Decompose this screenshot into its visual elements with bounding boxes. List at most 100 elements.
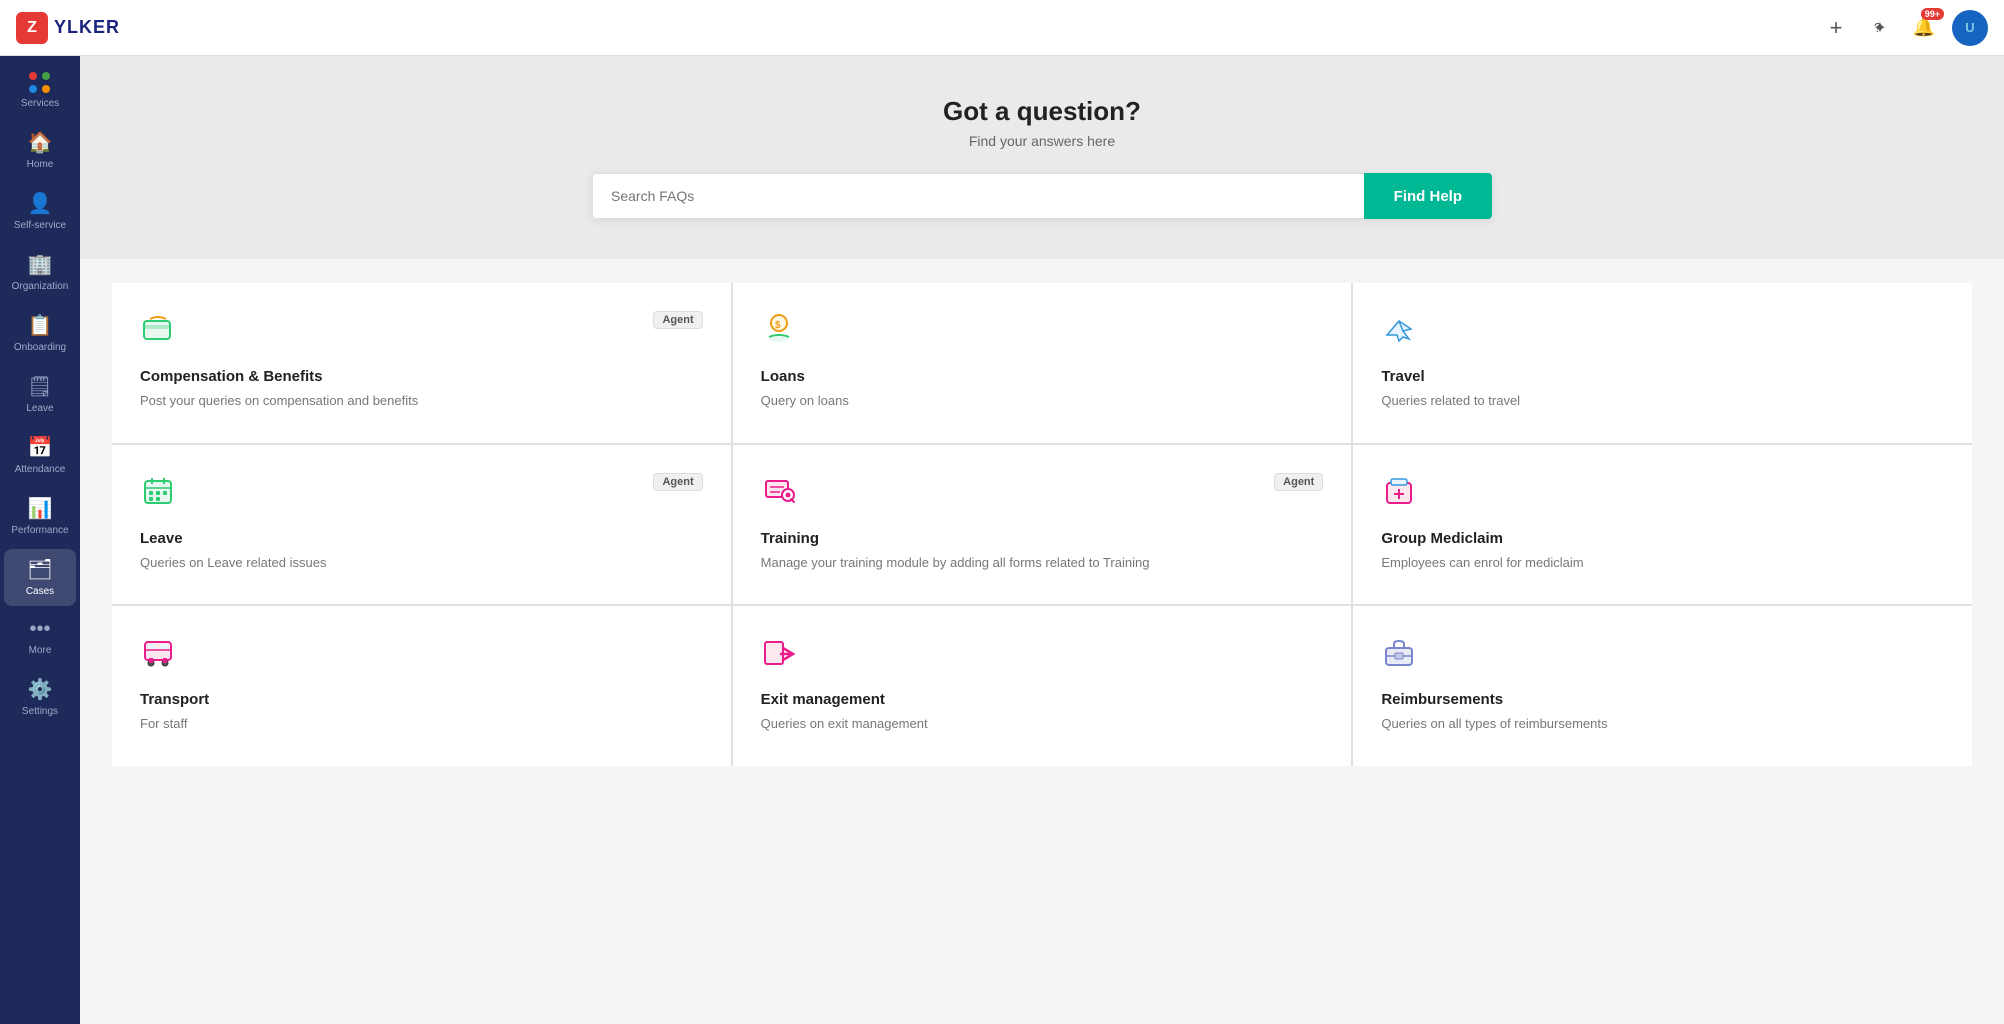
card-desc: Manage your training module by adding al… bbox=[761, 553, 1324, 573]
card-header: Agent bbox=[140, 311, 703, 354]
sidebar-item-leave[interactable]: 🗒 Leave bbox=[4, 366, 76, 423]
sidebar-item-label: Organization bbox=[12, 281, 69, 293]
sidebar-item-organization[interactable]: 🏢 Organization bbox=[4, 244, 76, 301]
card-desc: Queries on all types of reimbursements bbox=[1381, 714, 1944, 734]
sidebar: Services 🏠 Home 👤 Self-service 🏢 Organiz… bbox=[0, 56, 80, 1024]
card-desc: Queries on exit management bbox=[761, 714, 1324, 734]
card-title: Loans bbox=[761, 368, 1324, 385]
card-desc: For staff bbox=[140, 714, 703, 734]
card-desc: Query on loans bbox=[761, 391, 1324, 411]
sidebar-item-services[interactable]: Services bbox=[4, 64, 76, 118]
sidebar-item-label: More bbox=[29, 645, 52, 657]
services-icon bbox=[29, 72, 51, 94]
card-desc: Employees can enrol for mediclaim bbox=[1381, 553, 1944, 573]
topbar: Z YLKER + ✦ ? 🔔 99+ U bbox=[0, 0, 2004, 56]
search-input[interactable] bbox=[592, 173, 1364, 219]
onboarding-icon: 📋 bbox=[28, 313, 53, 338]
card-header bbox=[761, 634, 1324, 677]
card-desc: Queries related to travel bbox=[1381, 391, 1944, 411]
sidebar-item-cases[interactable]: 🗂 Cases bbox=[4, 549, 76, 606]
card-compensation[interactable]: Agent Compensation & Benefits Post your … bbox=[112, 283, 731, 443]
coin-hand-icon: $ bbox=[761, 311, 797, 354]
help-button[interactable]: ✦ ? bbox=[1864, 12, 1896, 44]
plane-icon bbox=[1381, 311, 1417, 354]
sidebar-item-label: Leave bbox=[26, 403, 53, 415]
leave-icon: 🗒 bbox=[27, 374, 52, 399]
card-title: Exit management bbox=[761, 691, 1324, 708]
logo-icon: Z bbox=[16, 12, 48, 44]
sidebar-item-onboarding[interactable]: 📋 Onboarding bbox=[4, 305, 76, 362]
wallet-icon bbox=[140, 311, 176, 354]
card-reimbursements[interactable]: Reimbursements Queries on all types of r… bbox=[1353, 606, 1972, 766]
sidebar-item-more[interactable]: ••• More bbox=[4, 610, 76, 665]
agent-badge: Agent bbox=[653, 473, 702, 491]
add-button[interactable]: + bbox=[1820, 12, 1852, 44]
hero-subtitle: Find your answers here bbox=[100, 133, 1984, 149]
avatar[interactable]: U bbox=[1952, 10, 1988, 46]
hero-title: Got a question? bbox=[100, 96, 1984, 127]
card-desc: Post your queries on compensation and be… bbox=[140, 391, 703, 411]
card-title: Travel bbox=[1381, 368, 1944, 385]
card-header bbox=[1381, 311, 1944, 354]
performance-icon: 📊 bbox=[28, 496, 53, 521]
card-title: Reimbursements bbox=[1381, 691, 1944, 708]
card-title: Group Mediclaim bbox=[1381, 530, 1944, 547]
card-group-mediclaim[interactable]: Group Mediclaim Employees can enrol for … bbox=[1353, 445, 1972, 605]
card-title: Compensation & Benefits bbox=[140, 368, 703, 385]
card-desc: Queries on Leave related issues bbox=[140, 553, 703, 573]
card-training[interactable]: Agent Training Manage your training modu… bbox=[733, 445, 1352, 605]
card-header: Agent bbox=[140, 473, 703, 516]
sidebar-item-settings[interactable]: ⚙️ Settings bbox=[4, 669, 76, 726]
sidebar-item-self-service[interactable]: 👤 Self-service bbox=[4, 183, 76, 240]
sidebar-item-label: Onboarding bbox=[14, 342, 66, 354]
find-help-button[interactable]: Find Help bbox=[1364, 173, 1492, 219]
cases-icon: 🗂 bbox=[27, 557, 52, 582]
card-header bbox=[1381, 634, 1944, 677]
self-service-icon: 👤 bbox=[28, 191, 53, 216]
settings-icon: ⚙️ bbox=[28, 677, 53, 702]
briefcase-icon bbox=[1381, 634, 1417, 677]
card-title: Transport bbox=[140, 691, 703, 708]
sidebar-item-label: Settings bbox=[22, 706, 58, 718]
sidebar-item-label: Cases bbox=[26, 586, 54, 598]
sidebar-item-label: Services bbox=[21, 98, 59, 110]
cards-section: Agent Compensation & Benefits Post your … bbox=[80, 259, 2004, 790]
training-icon bbox=[761, 473, 797, 516]
notification-badge: 99+ bbox=[1921, 8, 1944, 20]
card-title: Leave bbox=[140, 530, 703, 547]
card-transport[interactable]: Transport For staff bbox=[112, 606, 731, 766]
hero-section: Got a question? Find your answers here F… bbox=[80, 56, 2004, 259]
sidebar-item-label: Attendance bbox=[15, 464, 66, 476]
attendance-icon: 📅 bbox=[28, 435, 53, 460]
card-loans[interactable]: $ Loans Query on loans bbox=[733, 283, 1352, 443]
cards-grid: Agent Compensation & Benefits Post your … bbox=[112, 283, 1972, 766]
agent-badge: Agent bbox=[1274, 473, 1323, 491]
card-header bbox=[1381, 473, 1944, 516]
svg-text:$: $ bbox=[775, 320, 781, 331]
sidebar-item-performance[interactable]: 📊 Performance bbox=[4, 488, 76, 545]
sidebar-item-label: Home bbox=[27, 159, 54, 171]
home-icon: 🏠 bbox=[28, 130, 53, 155]
exit-icon bbox=[761, 634, 797, 677]
logo-text: YLKER bbox=[54, 17, 120, 38]
card-leave[interactable]: Agent Leave Queries on Leave related iss… bbox=[112, 445, 731, 605]
card-header bbox=[140, 634, 703, 677]
card-travel[interactable]: Travel Queries related to travel bbox=[1353, 283, 1972, 443]
calendar-icon bbox=[140, 473, 176, 516]
organization-icon: 🏢 bbox=[28, 252, 53, 277]
mediclaim-icon bbox=[1381, 473, 1417, 516]
card-header: Agent bbox=[761, 473, 1324, 516]
card-title: Training bbox=[761, 530, 1324, 547]
sidebar-item-label: Self-service bbox=[14, 220, 66, 232]
topbar-actions: + ✦ ? 🔔 99+ U bbox=[1820, 10, 1988, 46]
logo-area: Z YLKER bbox=[16, 12, 120, 44]
notifications-button[interactable]: 🔔 99+ bbox=[1908, 12, 1940, 44]
sidebar-item-attendance[interactable]: 📅 Attendance bbox=[4, 427, 76, 484]
more-icon: ••• bbox=[29, 618, 50, 641]
search-row: Find Help bbox=[592, 173, 1492, 219]
sidebar-item-label: Performance bbox=[11, 525, 68, 537]
bus-icon bbox=[140, 634, 176, 677]
main-content: Got a question? Find your answers here F… bbox=[80, 56, 2004, 1024]
sidebar-item-home[interactable]: 🏠 Home bbox=[4, 122, 76, 179]
card-exit-management[interactable]: Exit management Queries on exit manageme… bbox=[733, 606, 1352, 766]
